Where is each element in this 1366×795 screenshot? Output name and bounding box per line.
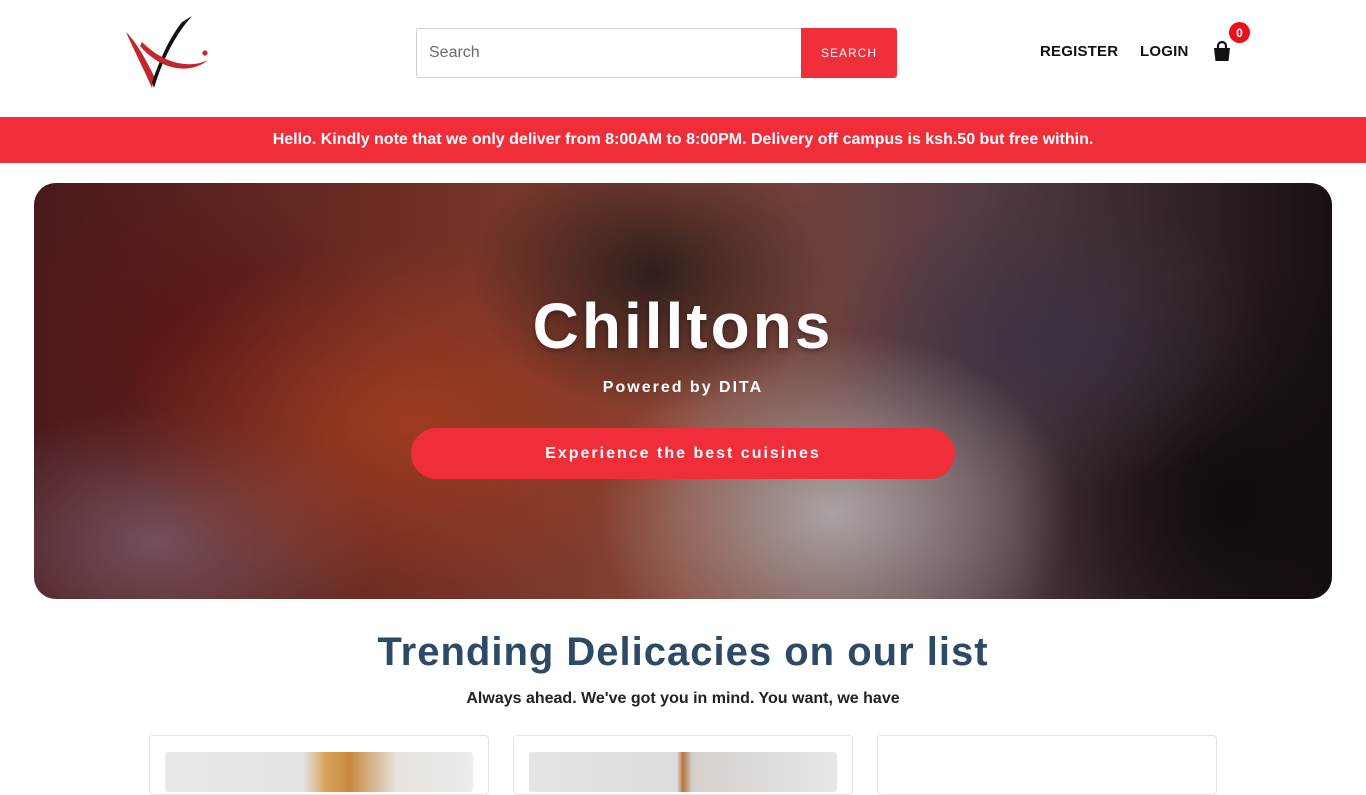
logo-mark-icon [126,16,208,88]
brand-logo[interactable] [122,12,212,92]
search-bar: SEARCH [416,28,897,78]
cart-count-badge: 0 [1229,22,1250,43]
hero-banner: Chilltons Powered by DITA Experience the… [34,183,1332,599]
trending-section-title: Trending Delicacies on our list [377,630,989,674]
product-card[interactable] [513,735,853,795]
delivery-notice-text: Hello. Kindly note that we only deliver … [272,131,1094,148]
search-button[interactable]: SEARCH [801,28,897,78]
delivery-notice-bar: Hello. Kindly note that we only deliver … [0,117,1366,163]
product-image [893,752,1201,792]
product-image [165,752,473,792]
hero-subtitle: Powered by DITA [602,379,764,396]
login-link[interactable]: LOGIN [1140,43,1189,60]
product-card[interactable] [149,735,489,795]
trending-section-subtitle: Always ahead. We've got you in mind. You… [466,690,900,707]
shopping-bag-icon [1214,40,1230,61]
product-image [529,752,837,792]
register-link[interactable]: REGISTER [1040,43,1118,60]
cart-button[interactable] [1212,40,1234,64]
product-card[interactable] [877,735,1217,795]
search-input[interactable] [416,28,801,78]
hero-title: Chilltons [532,290,834,362]
hero-cta-button[interactable]: Experience the best cuisines [411,428,955,479]
site-header: SEARCH REGISTER LOGIN 0 [0,0,1366,117]
